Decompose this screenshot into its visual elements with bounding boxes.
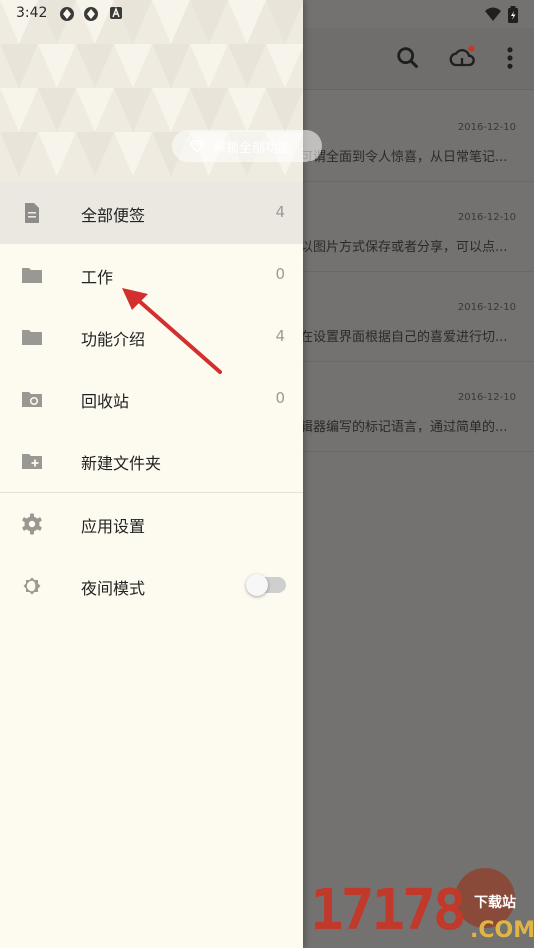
- app-notification-icon: [60, 7, 74, 21]
- drawer-item-label: 工作: [81, 268, 114, 287]
- night-mode-icon: [23, 577, 41, 595]
- note-snippet: 在设置界面根据自己的喜爱进行切...: [300, 330, 508, 345]
- more-options-icon[interactable]: [496, 44, 524, 72]
- store-notification-icon: [110, 7, 122, 19]
- drawer-item-label: 新建文件夹: [81, 454, 162, 473]
- drawer-item-count: 0: [275, 389, 285, 407]
- drawer-item-label: 应用设置: [81, 517, 146, 536]
- note-date: 2016-12-10: [457, 212, 516, 223]
- site-watermark: 17178 下载站 .COM: [310, 878, 534, 946]
- drawer-item-label: 全部便签: [81, 206, 146, 225]
- search-icon[interactable]: [394, 44, 422, 72]
- cloud-sync-icon[interactable]: [448, 44, 476, 72]
- watermark-domain: .COM: [470, 918, 534, 943]
- toggle-knob: [246, 574, 268, 596]
- drawer-menu: 全部便签 4 工作 0 功能介绍 4 回收站 0 新建文件夹 应用设置 夜间模式: [0, 182, 303, 617]
- battery-icon: [508, 6, 518, 23]
- watermark-site: 下载站: [474, 895, 516, 911]
- new-folder-icon: [22, 454, 42, 469]
- watermark-number: 17178: [310, 878, 467, 943]
- unlock-label: 解锁全部功能: [213, 141, 292, 156]
- drawer-item-all-notes[interactable]: 全部便签 4: [0, 182, 303, 244]
- wifi-icon: [485, 7, 501, 21]
- drawer-item-settings[interactable]: 应用设置: [0, 493, 303, 555]
- gear-icon: [22, 513, 42, 535]
- note-snippet: 可谓全面到令人惊喜，从日常笔记...: [300, 150, 508, 165]
- drawer-item-count: 0: [275, 265, 285, 283]
- navigation-drawer: 解锁全部功能 全部便签 4 工作 0 功能介绍 4 回收站 0 新建文件夹 应用…: [0, 0, 322, 948]
- drawer-item-label: 回收站: [81, 392, 130, 411]
- note-icon: [25, 203, 39, 223]
- status-time: 3:42: [16, 5, 48, 21]
- drawer-item-new-folder[interactable]: 新建文件夹: [0, 430, 303, 492]
- note-date: 2016-12-10: [457, 392, 516, 403]
- recycle-folder-icon: [22, 392, 42, 407]
- drawer-item-count: 4: [275, 203, 285, 221]
- drawer-item-count: 4: [275, 327, 285, 345]
- night-mode-toggle[interactable]: [246, 574, 286, 596]
- drawer-item-night-mode[interactable]: 夜间模式: [0, 555, 303, 617]
- note-date: 2016-12-10: [457, 122, 516, 133]
- diamond-icon: [190, 140, 204, 153]
- note-snippet: 以图片方式保存或者分享，可以点...: [300, 240, 508, 255]
- folder-icon: [22, 268, 42, 283]
- status-bar: 3:42: [0, 0, 534, 28]
- note-snippet: 辑器编写的标记语言，通过简单的...: [300, 420, 508, 435]
- unlock-all-features-button[interactable]: 解锁全部功能: [172, 130, 322, 162]
- annotation-arrow: [122, 288, 222, 374]
- note-date: 2016-12-10: [457, 302, 516, 313]
- app-notification-icon: [84, 7, 98, 21]
- folder-icon: [22, 330, 42, 345]
- drawer-item-label: 夜间模式: [81, 579, 146, 598]
